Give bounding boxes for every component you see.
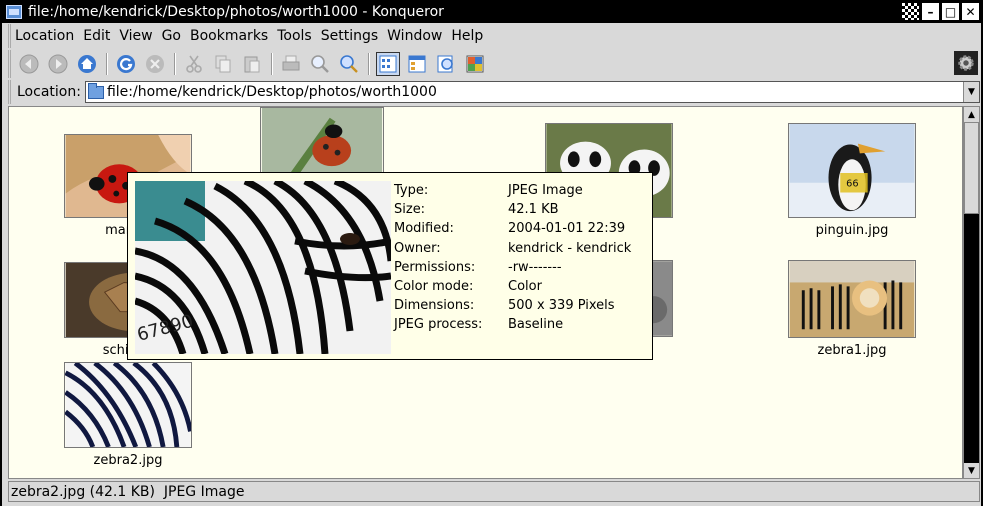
thumbnail	[64, 362, 192, 448]
folder-icon	[87, 82, 104, 99]
tooltip-key: Modified:	[394, 221, 454, 237]
menu-help[interactable]: Help	[451, 28, 483, 44]
gear-icon[interactable]	[954, 51, 978, 75]
konqueror-window: file:/home/kendrick/Desktop/photos/worth…	[0, 0, 983, 506]
scroll-up-icon[interactable]: ▲	[964, 107, 979, 122]
sticky-icon[interactable]	[902, 3, 919, 20]
tooltip-value: 2004-01-01 22:39	[508, 221, 626, 237]
tooltip-value: -rw-------	[508, 259, 562, 275]
location-label: Location:	[17, 84, 81, 100]
file-name: zebra2.jpg	[93, 453, 163, 468]
vertical-scrollbar[interactable]: ▲ ▼	[963, 106, 980, 479]
minimize-button[interactable]: –	[922, 3, 939, 20]
icon-view-icon[interactable]	[376, 52, 400, 76]
preview-icon[interactable]	[434, 52, 458, 76]
paste-icon[interactable]	[240, 52, 264, 76]
location-input[interactable]	[106, 84, 967, 100]
toolbar-separator	[368, 53, 370, 75]
tooltip-key: Color mode:	[394, 278, 474, 294]
zoom-in-icon[interactable]	[308, 52, 332, 76]
file-item[interactable]: 66 pinguin.jpg	[777, 123, 927, 238]
location-bar: Location: ▼	[8, 80, 980, 104]
tooltip-value: kendrick - kendrick	[508, 240, 632, 256]
print-icon[interactable]	[279, 52, 303, 76]
close-button[interactable]: ✕	[962, 3, 979, 20]
tooltip-value: JPEG Image	[508, 183, 583, 198]
maximize-button[interactable]: □	[942, 3, 959, 20]
tooltip-info-table: Type: JPEG Image Size: 42.1 KB Modified: 20…	[394, 183, 631, 337]
location-field[interactable]: ▼	[84, 81, 980, 103]
tooltip-key: Dimensions:	[394, 298, 475, 314]
window-title: file:/home/kendrick/Desktop/photos/worth…	[28, 3, 444, 20]
menu-settings[interactable]: Settings	[321, 28, 378, 44]
file-info-tooltip: 67890 Type: JPEG Image Size: 42.1 KB Modif…	[127, 172, 653, 360]
tooltip-value: 42.1 KB	[508, 202, 559, 218]
main-toolbar	[8, 50, 980, 78]
scrollbar-thumb[interactable]	[964, 122, 979, 214]
tooltip-value: Baseline	[508, 317, 564, 333]
back-icon[interactable]	[17, 52, 41, 76]
file-item[interactable]	[247, 107, 397, 173]
tooltip-row: Owner: kendrick - kendrick	[394, 241, 631, 260]
folder-icon	[6, 4, 22, 19]
tooltip-row: Permissions: -rw-------	[394, 260, 631, 279]
menu-tools[interactable]: Tools	[277, 28, 312, 44]
tooltip-row: Size: 42.1 KB	[394, 202, 631, 221]
chevron-down-icon[interactable]: ▼	[963, 82, 979, 102]
tooltip-row: JPEG process: Baseline	[394, 317, 631, 336]
thumbnail	[788, 260, 916, 338]
zoom-out-icon[interactable]	[337, 52, 361, 76]
tooltip-key: Permissions:	[394, 259, 476, 275]
tooltip-preview-image: 67890	[135, 181, 391, 354]
status-text: zebra2.jpg (42.1 KB) JPEG Image	[11, 483, 245, 500]
thumbnail: 66	[788, 123, 916, 218]
menu-go[interactable]: Go	[162, 28, 181, 44]
file-icon-view[interactable]: marien	[8, 106, 963, 479]
toolbar-separator	[106, 53, 108, 75]
file-name: zebra1.jpg	[817, 343, 887, 358]
detail-view-icon[interactable]	[405, 52, 429, 76]
toolbar-separator	[271, 53, 273, 75]
menu-bar: Location Edit View Go Bookmarks Tools Se…	[8, 24, 980, 48]
tooltip-row: Dimensions: 500 x 339 Pixels	[394, 298, 631, 317]
tooltip-key: Owner:	[394, 240, 441, 256]
split-view-icon[interactable]	[463, 52, 487, 76]
tooltip-key: JPEG process:	[394, 317, 483, 333]
tooltip-value: 500 x 339 Pixels	[508, 298, 615, 314]
menu-bookmarks[interactable]: Bookmarks	[190, 28, 268, 44]
menu-window[interactable]: Window	[387, 28, 442, 44]
tooltip-value: Color	[508, 278, 542, 294]
menu-edit[interactable]: Edit	[83, 28, 110, 44]
tooltip-row: Modified: 2004-01-01 22:39	[394, 221, 631, 240]
reload-icon[interactable]	[114, 52, 138, 76]
stop-icon[interactable]	[143, 52, 167, 76]
home-icon[interactable]	[75, 52, 99, 76]
status-bar: zebra2.jpg (42.1 KB) JPEG Image	[8, 481, 980, 502]
menu-location[interactable]: Location	[15, 28, 74, 44]
tooltip-row: Type: JPEG Image	[394, 183, 631, 202]
tooltip-key: Size:	[394, 202, 426, 218]
title-bar[interactable]: file:/home/kendrick/Desktop/photos/worth…	[2, 0, 981, 23]
tooltip-key: Type:	[394, 183, 429, 198]
toolbar-separator	[174, 53, 176, 75]
thumbnail	[260, 107, 384, 173]
scroll-down-icon[interactable]: ▼	[964, 463, 979, 478]
file-item[interactable]: zebra2.jpg	[53, 362, 203, 468]
cut-icon[interactable]	[182, 52, 206, 76]
copy-icon[interactable]	[211, 52, 235, 76]
menu-view[interactable]: View	[119, 28, 152, 44]
file-item[interactable]: zebra1.jpg	[777, 260, 927, 358]
tooltip-row: Color mode: Color	[394, 279, 631, 298]
svg-text:66: 66	[846, 179, 858, 190]
forward-icon[interactable]	[46, 52, 70, 76]
file-name: pinguin.jpg	[815, 223, 889, 238]
